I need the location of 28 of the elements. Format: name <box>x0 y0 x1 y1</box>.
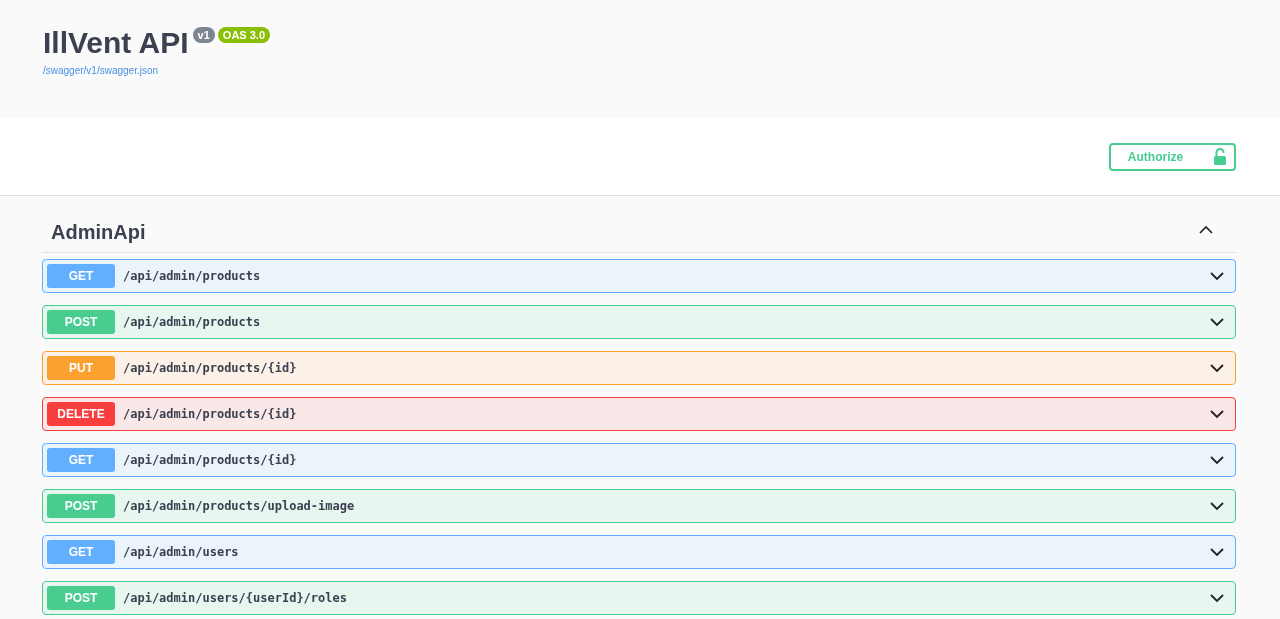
endpoint-path: /api/admin/products <box>123 269 261 283</box>
method-badge: GET <box>47 448 115 472</box>
endpoint-path: /api/admin/products <box>123 315 261 329</box>
method-badge: DELETE <box>47 402 115 426</box>
endpoint-path: /api/admin/users <box>123 545 239 559</box>
api-title: IllVent API <box>43 25 189 61</box>
operation-row[interactable]: POST /api/admin/products <box>42 305 1236 339</box>
method-badge: GET <box>47 540 115 564</box>
method-badge: POST <box>47 586 115 610</box>
endpoint-path: /api/admin/products/{id} <box>123 407 297 421</box>
endpoint-path: /api/admin/users/{userId}/roles <box>123 591 347 605</box>
operation-row[interactable]: DELETE /api/admin/products/{id} <box>42 397 1236 431</box>
endpoint-path: /api/admin/products/upload-image <box>123 499 355 513</box>
method-badge: POST <box>47 494 115 518</box>
endpoint-path: /api/admin/products/{id} <box>123 453 297 467</box>
version-badge: v1 <box>192 27 215 43</box>
section-header[interactable]: AdminApi <box>42 196 1236 253</box>
operation-row[interactable]: PUT /api/admin/products/{id} <box>42 351 1236 385</box>
operation-row[interactable]: POST /api/admin/users/{userId}/roles <box>42 581 1236 615</box>
oas-badge: OAS 3.0 <box>217 27 271 43</box>
operation-row[interactable]: GET /api/admin/users <box>42 535 1236 569</box>
method-badge: GET <box>47 264 115 288</box>
method-badge: POST <box>47 310 115 334</box>
method-badge: PUT <box>47 356 115 380</box>
operation-row[interactable]: POST /api/admin/products/upload-image <box>42 489 1236 523</box>
endpoint-path: /api/admin/products/{id} <box>123 361 297 375</box>
operation-row[interactable]: GET /api/admin/products/{id} <box>42 443 1236 477</box>
operation-row[interactable]: GET /api/admin/products <box>42 259 1236 293</box>
